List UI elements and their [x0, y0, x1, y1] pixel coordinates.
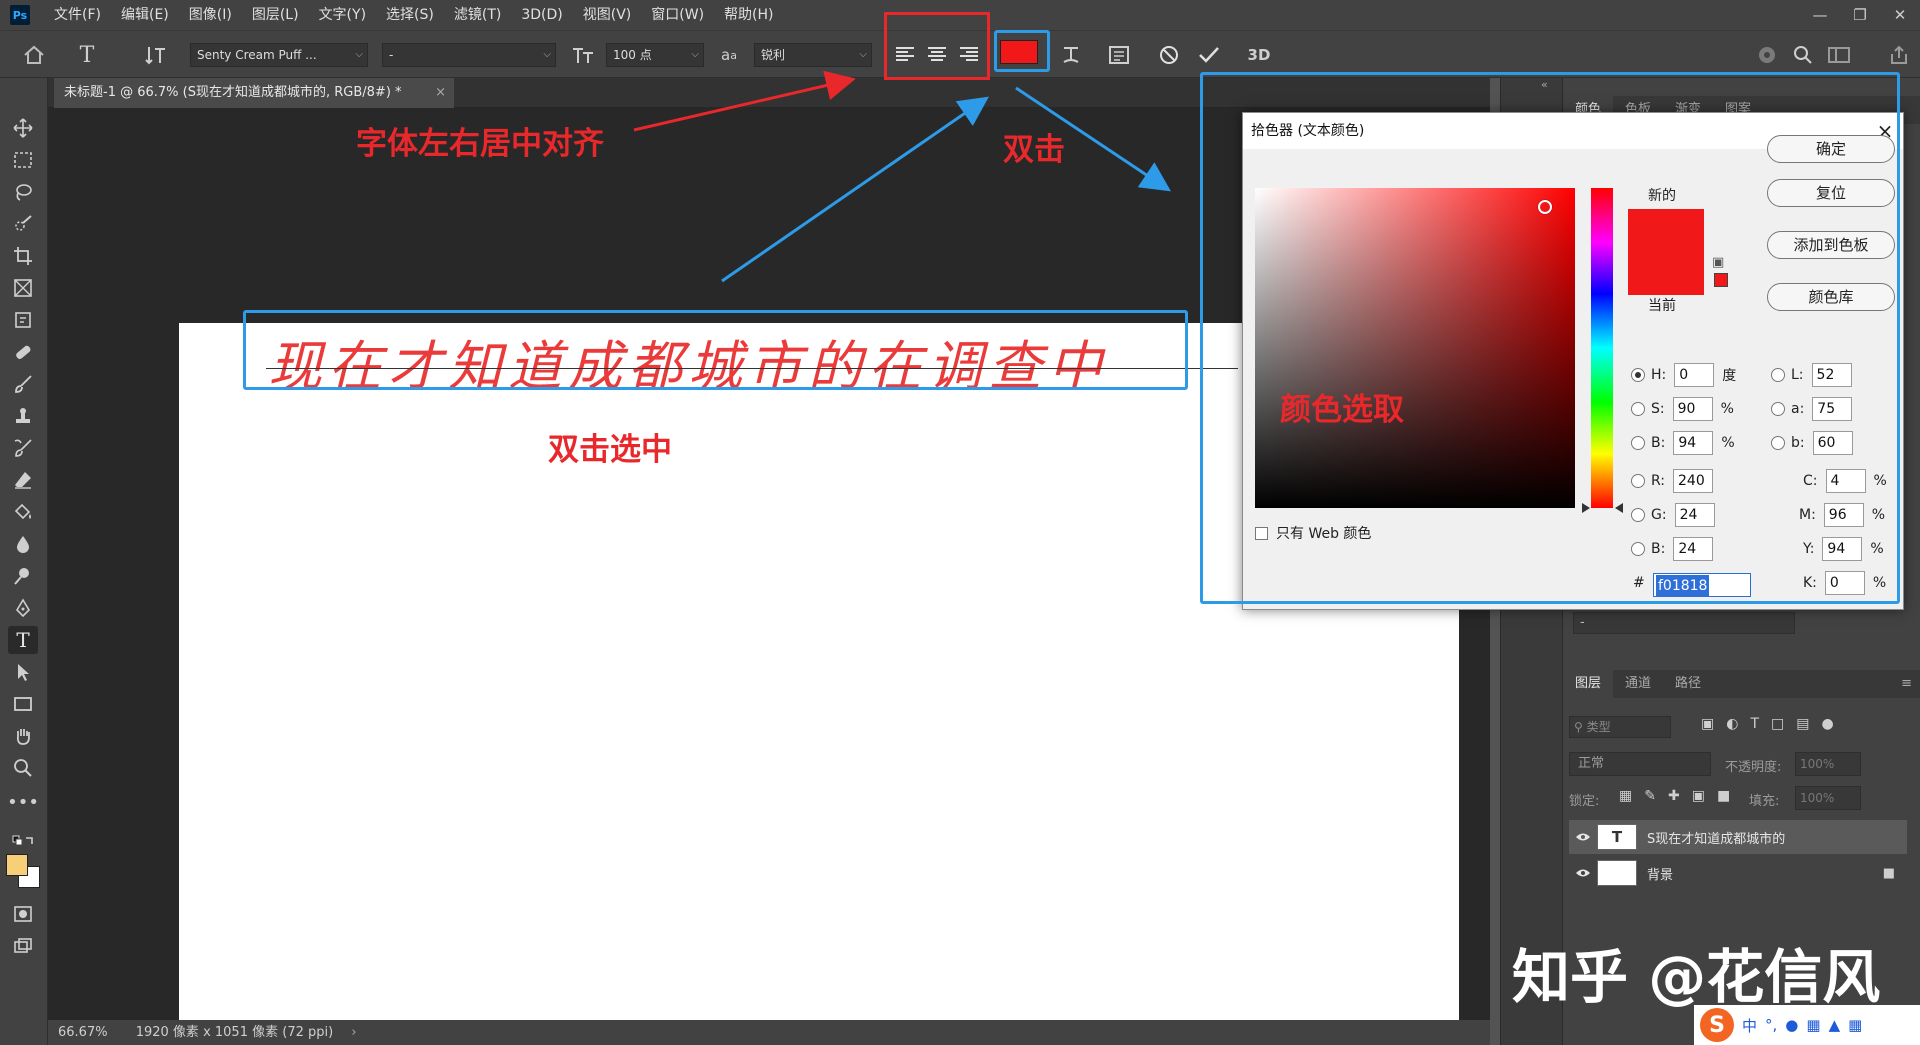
- red-arrow: [633, 70, 856, 132]
- foreground-color-swatch[interactable]: [6, 854, 28, 876]
- ime-toolbar: S 中 °, ● ▦ ▲ ▦: [1694, 1005, 1920, 1045]
- ime-punctuation-icon[interactable]: °,: [1765, 1016, 1777, 1034]
- annotation-arrows: [633, 70, 1171, 283]
- keyboard-icon[interactable]: ▦: [1806, 1016, 1820, 1034]
- blue-arrow-to-dialog: [1015, 86, 1171, 192]
- ime-logo-icon[interactable]: S: [1700, 1008, 1734, 1042]
- photoshop-window: Ps 文件(F) 编辑(E) 图像(I) 图层(L) 文字(Y) 选择(S) 滤…: [0, 0, 1920, 1045]
- microphone-icon[interactable]: ●: [1785, 1016, 1798, 1034]
- skin-icon[interactable]: ▲: [1829, 1016, 1841, 1034]
- watermark-text: 知乎 @花信风: [1512, 943, 1881, 1011]
- ime-menu-icon[interactable]: ▦: [1848, 1016, 1862, 1034]
- blue-arrow-to-swatch: [721, 96, 989, 283]
- ime-chinese-mode[interactable]: 中: [1742, 1015, 1757, 1036]
